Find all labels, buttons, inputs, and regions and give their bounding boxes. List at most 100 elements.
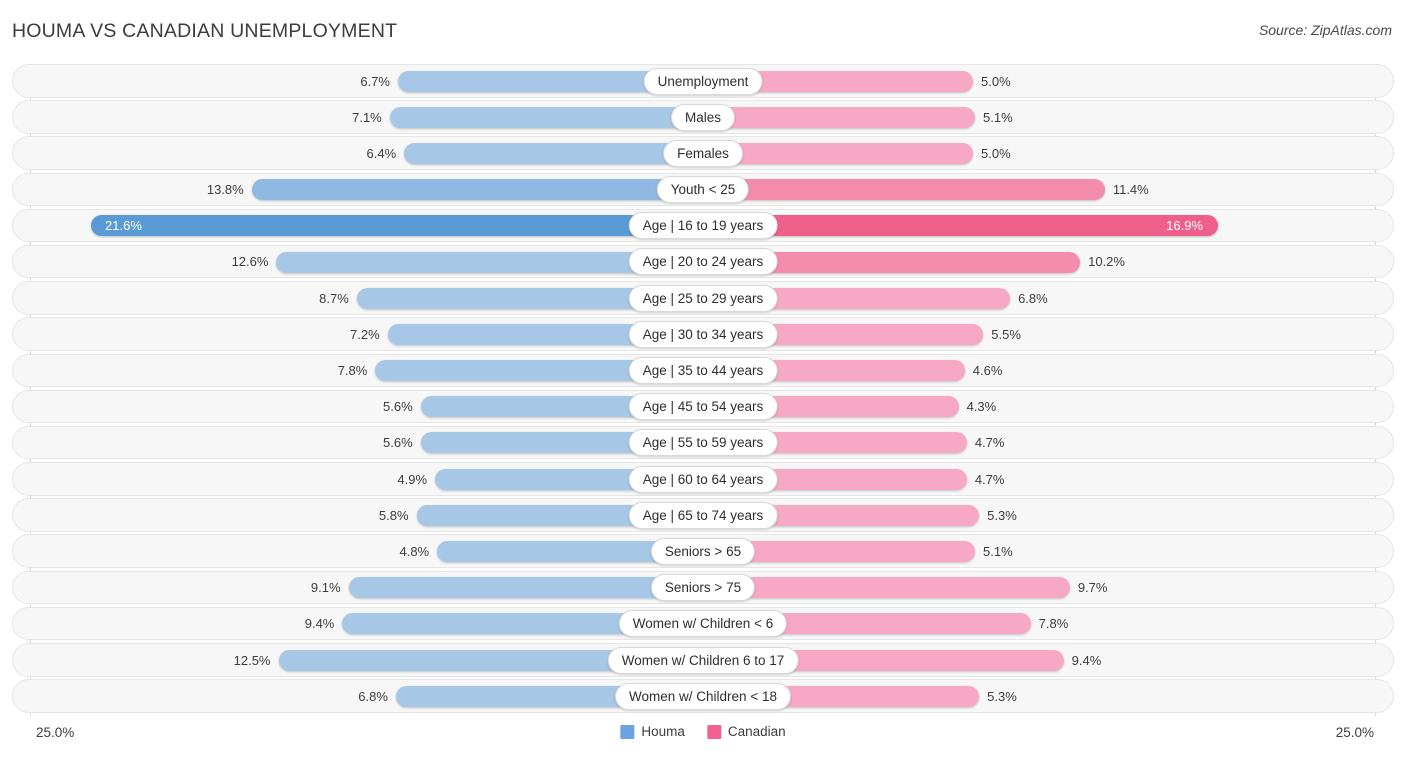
bar-houma[interactable] xyxy=(404,142,702,164)
bar-canadian[interactable] xyxy=(704,215,1219,237)
value-label-houma: 9.4% xyxy=(304,616,335,632)
source-label: Source: ZipAtlas.com xyxy=(1258,22,1392,38)
category-label[interactable]: Age | 60 to 64 years xyxy=(628,465,778,493)
page-title: HOUMA VS CANADIAN UNEMPLOYMENT xyxy=(12,20,398,42)
category-label[interactable]: Age | 55 to 59 years xyxy=(628,429,778,457)
chart-header: HOUMA VS CANADIAN UNEMPLOYMENT Source: Z… xyxy=(0,0,1406,62)
category-label[interactable]: Age | 20 to 24 years xyxy=(628,248,778,276)
value-label-canadian: 5.0% xyxy=(981,73,1011,89)
table-row[interactable]: 8.7% 6.8% Age | 25 to 29 years xyxy=(12,281,1394,315)
legend-label: Canadian xyxy=(727,724,786,739)
bar-houma[interactable] xyxy=(251,179,702,201)
value-label-canadian: 6.8% xyxy=(1018,290,1048,306)
value-label-canadian: 9.4% xyxy=(1071,652,1102,668)
value-label-houma: 7.1% xyxy=(352,109,382,125)
table-row[interactable]: 7.2% 5.5% Age | 30 to 34 years xyxy=(12,317,1394,351)
table-row[interactable]: 12.5% 9.4% Women w/ Children 6 to 17 xyxy=(12,643,1394,677)
table-row[interactable]: 7.8% 4.6% Age | 35 to 44 years xyxy=(12,353,1394,387)
category-label[interactable]: Age | 25 to 29 years xyxy=(628,284,778,312)
row-inner: 5.6% 4.3% Age | 45 to 54 years xyxy=(13,391,1393,423)
value-label-houma: 7.8% xyxy=(337,363,368,378)
category-label[interactable]: Age | 16 to 19 years xyxy=(628,212,778,240)
category-label[interactable]: Women w/ Children < 18 xyxy=(615,682,791,710)
value-label-canadian: 5.0% xyxy=(981,145,1011,161)
bar-houma[interactable] xyxy=(389,106,702,128)
category-label[interactable]: Age | 65 to 74 years xyxy=(628,501,778,529)
category-label[interactable]: Age | 30 to 34 years xyxy=(628,320,778,348)
legend-item-houma[interactable]: Houma xyxy=(620,724,685,739)
table-row[interactable]: 13.8% 11.4% Youth < 25 xyxy=(12,172,1394,207)
table-row[interactable]: 7.1% 5.1% Males xyxy=(12,100,1394,134)
row-inner: 12.5% 9.4% Women w/ Children 6 to 17 xyxy=(13,644,1393,676)
table-row[interactable]: 6.7% 5.0% Unemployment xyxy=(12,64,1394,98)
category-label[interactable]: Women w/ Children 6 to 17 xyxy=(607,646,799,674)
table-row[interactable]: 6.8% 5.3% Women w/ Children < 18 xyxy=(12,679,1394,713)
table-row[interactable]: 21.6% 16.9% Age | 16 to 19 years xyxy=(12,208,1394,243)
value-label-houma: 6.8% xyxy=(358,688,388,704)
value-label-canadian: 4.7% xyxy=(974,471,1005,487)
value-label-canadian: 4.6% xyxy=(972,363,1003,378)
row-inner: 12.6% 10.2% Age | 20 to 24 years xyxy=(13,246,1393,278)
category-label[interactable]: Age | 35 to 44 years xyxy=(628,357,778,384)
bar-canadian[interactable] xyxy=(704,142,973,164)
category-label[interactable]: Seniors > 65 xyxy=(650,537,756,565)
table-row[interactable]: 5.6% 4.7% Age | 55 to 59 years xyxy=(12,425,1394,460)
row-inner: 6.8% 5.3% Women w/ Children < 18 xyxy=(13,680,1393,712)
value-label-houma: 6.4% xyxy=(366,145,397,161)
bar-canadian[interactable] xyxy=(704,577,1070,599)
bar-houma[interactable] xyxy=(348,577,702,599)
value-label-houma: 6.7% xyxy=(360,73,390,89)
bar-rows-container: 6.7% 5.0% Unemployment 7.1% 5.1% Males 6.4% 5.0… xyxy=(12,64,1394,715)
bar-canadian[interactable] xyxy=(704,106,976,128)
value-label-canadian: 5.1% xyxy=(983,109,1013,125)
bar-canadian[interactable] xyxy=(704,179,1105,201)
table-row[interactable]: 9.4% 7.8% Women w/ Children < 6 xyxy=(12,606,1394,641)
table-row[interactable]: 6.4% 5.0% Females xyxy=(12,136,1394,170)
value-label-canadian: 9.7% xyxy=(1077,580,1108,596)
row-inner: 5.8% 5.3% Age | 65 to 74 years xyxy=(13,499,1393,531)
table-row[interactable]: 12.6% 10.2% Age | 20 to 24 years xyxy=(12,244,1394,279)
category-label[interactable]: Seniors > 75 xyxy=(650,574,756,602)
value-label-canadian: 11.4% xyxy=(1112,182,1149,198)
row-inner: 13.8% 11.4% Youth < 25 xyxy=(13,174,1393,206)
row-inner: 6.7% 5.0% Unemployment xyxy=(13,65,1393,97)
legend-swatch-icon xyxy=(706,724,721,739)
row-inner: 4.8% 5.1% Seniors > 65 xyxy=(13,535,1393,567)
value-label-houma: 5.6% xyxy=(383,435,413,451)
value-label-canadian: 5.1% xyxy=(983,543,1013,559)
row-inner: 7.2% 5.5% Age | 30 to 34 years xyxy=(13,318,1393,350)
chart-legend: Houma Canadian xyxy=(620,724,786,739)
table-row[interactable]: 5.8% 5.3% Age | 65 to 74 years xyxy=(12,498,1394,532)
table-row[interactable]: 4.9% 4.7% Age | 60 to 64 years xyxy=(12,462,1394,496)
value-label-houma: 21.6% xyxy=(105,218,142,234)
category-label[interactable]: Females xyxy=(663,139,743,167)
bar-houma[interactable] xyxy=(91,215,702,237)
row-inner: 4.9% 4.7% Age | 60 to 64 years xyxy=(13,463,1393,495)
value-label-houma: 5.6% xyxy=(383,399,413,415)
chart-footer: 25.0% 25.0% Houma Canadian xyxy=(12,718,1394,752)
legend-item-canadian[interactable]: Canadian xyxy=(706,724,786,739)
category-label[interactable]: Age | 45 to 54 years xyxy=(628,393,778,421)
table-row[interactable]: 4.8% 5.1% Seniors > 65 xyxy=(12,534,1394,568)
row-inner: 9.1% 9.7% Seniors > 75 xyxy=(13,572,1393,604)
table-row[interactable]: 9.1% 9.7% Seniors > 75 xyxy=(12,570,1394,605)
axis-max-label: 25.0% xyxy=(1335,725,1374,740)
row-inner: 21.6% 16.9% Age | 16 to 19 years xyxy=(13,210,1393,242)
value-label-canadian: 10.2% xyxy=(1088,254,1125,270)
value-label-houma: 12.5% xyxy=(233,652,271,668)
value-label-houma: 9.1% xyxy=(310,580,341,596)
value-label-houma: 12.6% xyxy=(231,254,269,270)
value-label-canadian: 5.3% xyxy=(987,688,1017,704)
chart-page: HOUMA VS CANADIAN UNEMPLOYMENT Source: Z… xyxy=(0,0,1406,757)
category-label[interactable]: Unemployment xyxy=(643,67,763,95)
value-label-canadian: 5.5% xyxy=(991,326,1021,342)
value-label-canadian: 7.8% xyxy=(1038,616,1069,632)
category-label[interactable]: Youth < 25 xyxy=(656,176,750,204)
table-row[interactable]: 5.6% 4.3% Age | 45 to 54 years xyxy=(12,389,1394,424)
axis-min-label: 25.0% xyxy=(36,725,75,740)
category-label[interactable]: Women w/ Children < 6 xyxy=(618,610,788,638)
row-inner: 8.7% 6.8% Age | 25 to 29 years xyxy=(13,282,1393,314)
category-label[interactable]: Males xyxy=(670,103,736,131)
value-label-canadian: 5.3% xyxy=(987,507,1017,523)
legend-swatch-icon xyxy=(620,724,635,739)
